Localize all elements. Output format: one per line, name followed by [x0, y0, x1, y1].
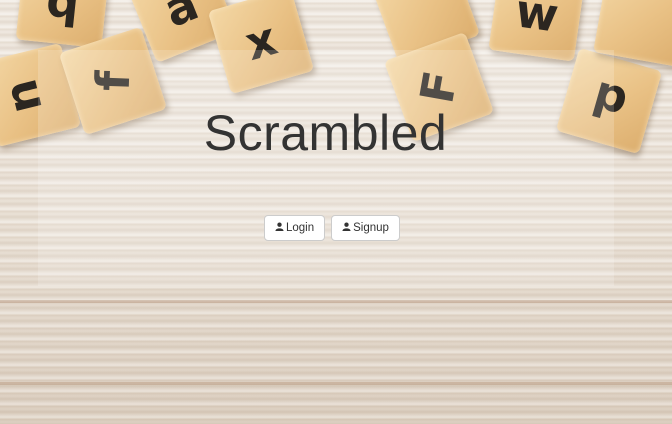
login-button[interactable]: Login — [264, 215, 326, 241]
auth-actions: Login Signup — [264, 215, 400, 241]
page-title: Scrambled — [203, 105, 448, 161]
plank-seam — [0, 300, 672, 303]
content-panel — [38, 50, 614, 286]
user-icon — [275, 222, 284, 234]
login-label: Login — [286, 222, 315, 234]
signup-button[interactable]: Signup — [331, 215, 400, 241]
signup-label: Signup — [353, 222, 389, 234]
plank-seam — [0, 382, 672, 385]
user-icon — [342, 222, 351, 234]
